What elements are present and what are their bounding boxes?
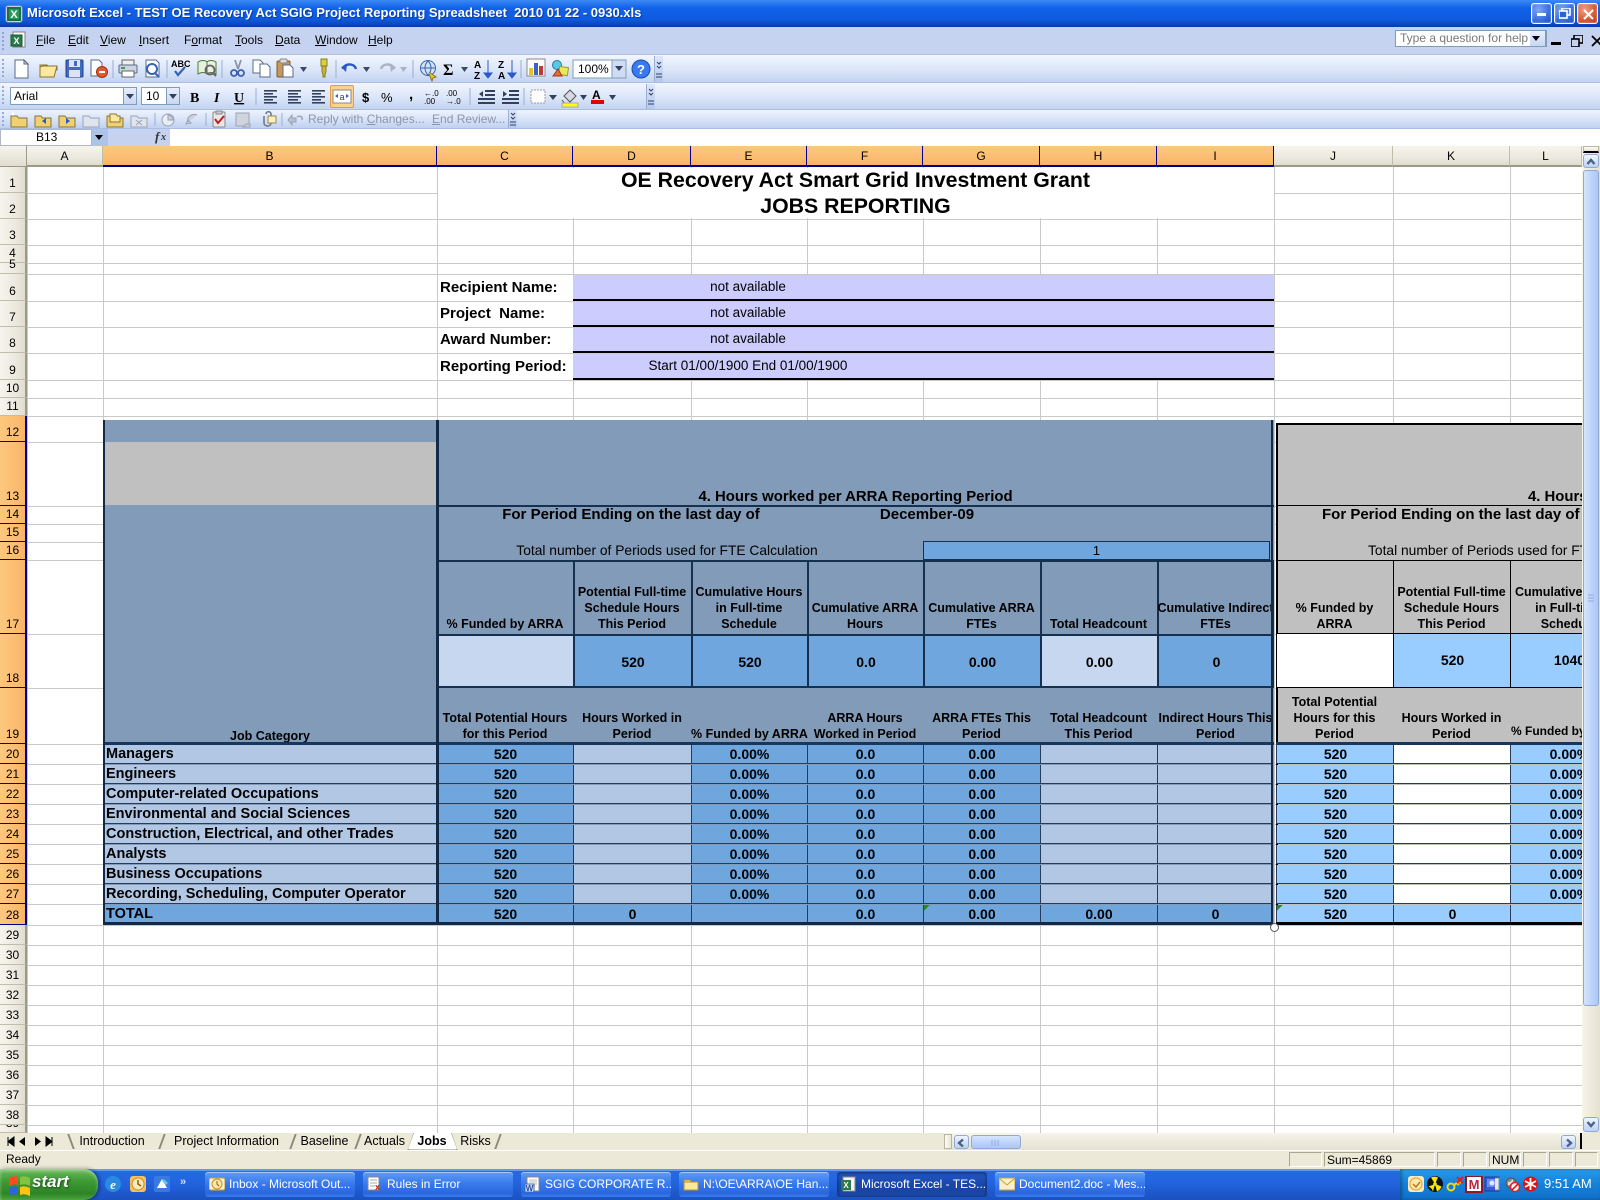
- svg-text:→.0: →.0: [446, 97, 461, 106]
- svg-text:X: X: [843, 1181, 849, 1190]
- svg-text:Z: Z: [498, 60, 504, 71]
- svg-text:ABC: ABC: [171, 59, 191, 69]
- svg-text:A: A: [592, 88, 601, 102]
- svg-text:»: »: [180, 1176, 186, 1188]
- svg-text:Σ: Σ: [443, 62, 453, 79]
- svg-text:%: %: [381, 90, 393, 105]
- svg-text:X: X: [13, 36, 19, 46]
- svg-text:?: ?: [637, 62, 645, 77]
- svg-text:A: A: [474, 60, 481, 71]
- svg-text:.00: .00: [424, 97, 436, 106]
- svg-text:Z: Z: [474, 71, 480, 82]
- svg-text:$: $: [362, 90, 370, 105]
- svg-text:X: X: [10, 9, 18, 21]
- svg-text:,: ,: [409, 86, 413, 103]
- svg-text:x: x: [375, 1182, 380, 1192]
- svg-text:e: e: [110, 1177, 116, 1192]
- svg-text:100%: 100%: [578, 62, 609, 76]
- svg-text:W: W: [526, 1184, 534, 1192]
- svg-text:A: A: [498, 71, 505, 82]
- svg-text:M: M: [1469, 1177, 1480, 1192]
